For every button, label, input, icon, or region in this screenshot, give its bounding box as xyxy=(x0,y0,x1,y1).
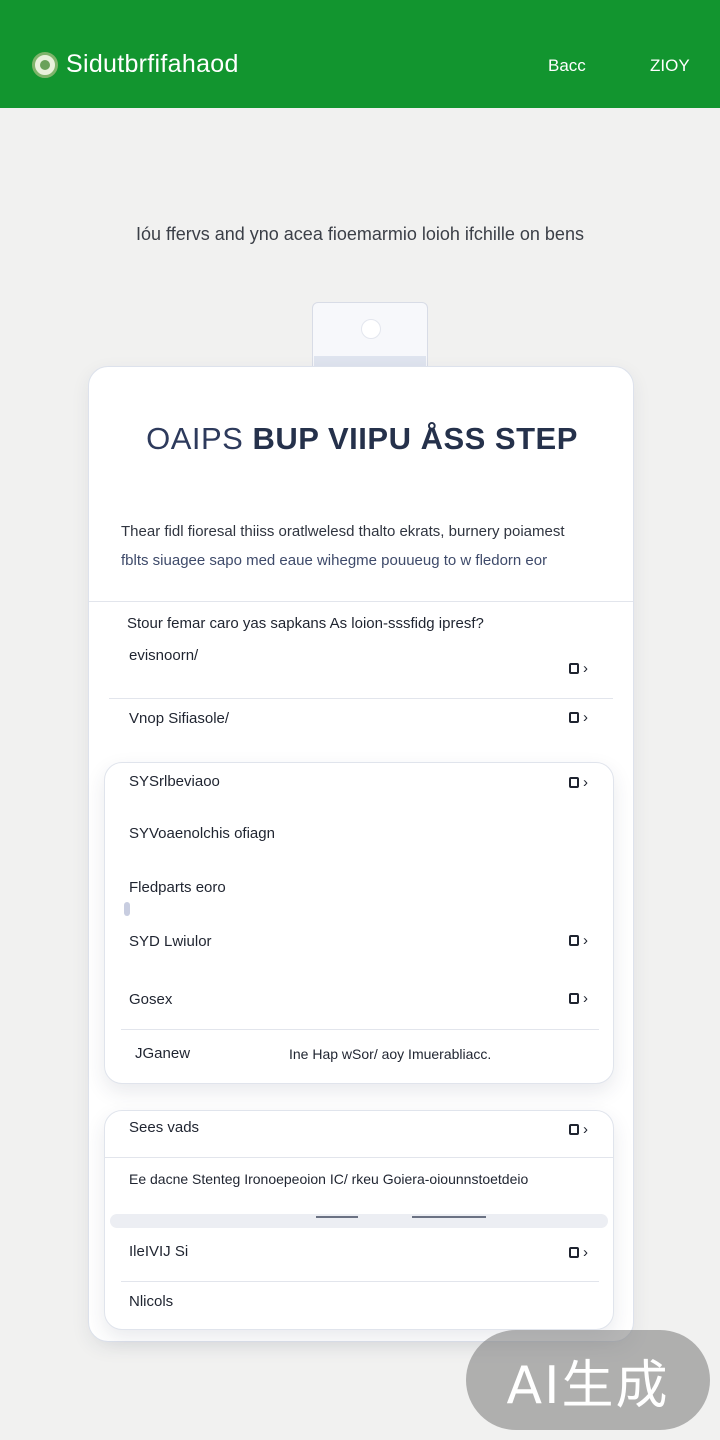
chevron-right-icon[interactable]: › xyxy=(569,1245,590,1260)
header-link-1[interactable]: Bacc xyxy=(548,56,586,76)
card-divider xyxy=(89,601,633,602)
card-title-bold: BUP VIIPU ÅSS STEP xyxy=(252,421,578,456)
panel1-row-2-label[interactable]: SYVoaenolchis ofiagn xyxy=(129,825,275,842)
card-description-line-1: Thear fidl fioresal thiiss oratlwelesd t… xyxy=(121,523,565,540)
panel2-row-1-label[interactable]: Sees vads xyxy=(129,1119,199,1136)
logo-icon xyxy=(32,51,58,78)
panel1-row-4-label[interactable]: SYD Lwiulor xyxy=(129,933,212,950)
options-panel: SYSrlbeviaoo › SYVoaenolchis ofiagn Fled… xyxy=(104,762,614,1084)
slider-mark xyxy=(316,1216,358,1218)
chevron-right-icon[interactable]: › xyxy=(569,991,590,1006)
card-title-light: OAIPS xyxy=(146,421,244,456)
chevron-right-icon[interactable]: › xyxy=(569,1122,590,1137)
card-row-2-label[interactable]: Vnop Sifiasole/ xyxy=(129,710,229,727)
ai-generated-watermark: AI生成 xyxy=(466,1330,710,1430)
panel2-row-3-label[interactable]: IleIVIJ Si xyxy=(129,1243,188,1260)
scroll-indicator xyxy=(124,902,130,916)
card-description-line-2: fblts siuagee sapo med eaue wihegme pouu… xyxy=(121,552,548,569)
question-text: Stour femar caro yas sapkans As loion-ss… xyxy=(127,615,484,632)
brand-name: Sidutbrfifahaod xyxy=(66,50,239,78)
row-divider xyxy=(121,1281,599,1282)
top-bar: Sidutbrfifahaod Bacc ZIOY xyxy=(0,0,720,108)
panel1-footer-label: JGanew xyxy=(135,1045,191,1062)
row-divider xyxy=(121,1029,599,1030)
panel1-footer-text: Ine Hap wSor/ aoy Imuerabliacc. xyxy=(289,1046,492,1062)
chevron-right-icon[interactable]: › xyxy=(569,933,590,948)
card-title: OAIPS BUP VIIPU ÅSS STEP xyxy=(89,421,635,457)
row-divider xyxy=(105,1157,613,1158)
panel2-row-4-label[interactable]: Nlicols xyxy=(129,1293,173,1310)
panel2-row-2-label[interactable]: Ee dacne Stenteg Ironoepeoion IC/ rkeu G… xyxy=(129,1171,528,1187)
slider-track[interactable] xyxy=(110,1214,608,1228)
card-row-1-label[interactable]: evisnoorn/ xyxy=(129,647,198,664)
panel1-row-1-label[interactable]: SYSrlbeviaoo xyxy=(129,773,220,790)
card-description: Thear fidl fioresal thiiss oratlwelesd t… xyxy=(121,517,611,575)
row-divider xyxy=(109,698,613,699)
clip-hole-icon xyxy=(361,319,381,339)
chevron-right-icon[interactable]: › xyxy=(569,661,590,676)
brand[interactable]: Sidutbrfifahaod xyxy=(32,50,239,79)
header-link-2[interactable]: ZIOY xyxy=(650,56,690,76)
chevron-right-icon[interactable]: › xyxy=(569,775,590,790)
panel1-row-3-label[interactable]: Fledparts eoro xyxy=(129,879,226,896)
panel1-row-5-label[interactable]: Gosex xyxy=(129,991,172,1008)
chevron-right-icon[interactable]: › xyxy=(569,710,590,725)
slider-mark xyxy=(412,1216,486,1218)
intro-text: Ióu ffervs and yno acea fioemarmio loioh… xyxy=(136,224,584,244)
